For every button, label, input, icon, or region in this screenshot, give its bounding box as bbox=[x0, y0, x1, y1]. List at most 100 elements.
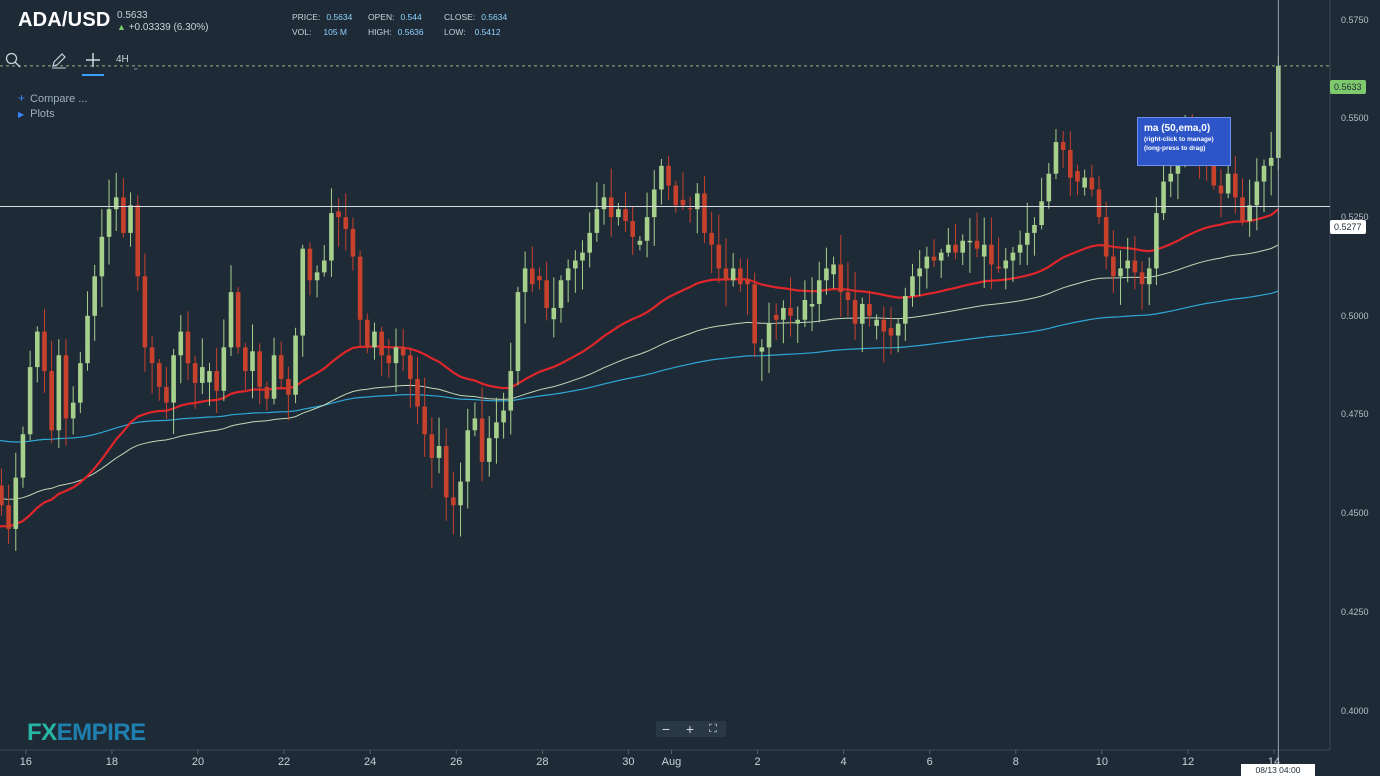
ohlc-low: LOW: 0.5412 bbox=[444, 27, 501, 37]
candle-body bbox=[164, 386, 169, 403]
candle-body bbox=[1024, 232, 1030, 245]
candle-body bbox=[824, 268, 829, 281]
crosshair-active-indicator bbox=[82, 74, 104, 76]
x-tick-label: 26 bbox=[450, 756, 463, 768]
candle-body bbox=[981, 244, 987, 257]
candle-body bbox=[1168, 173, 1174, 182]
candle-body bbox=[1082, 177, 1087, 188]
candle-body bbox=[56, 355, 62, 431]
candle-body bbox=[845, 292, 851, 300]
chart-header: ADA/USD 0.5633 ▲ +0.03339 (6.30%) PRICE:… bbox=[0, 0, 1330, 40]
candle-body bbox=[1211, 165, 1217, 186]
y-tick-label: 0.5750 bbox=[1341, 14, 1369, 25]
compare-button[interactable]: + Compare ... bbox=[18, 91, 87, 105]
candle-body bbox=[1118, 268, 1123, 277]
candle-body bbox=[931, 256, 937, 261]
fit-screen-icon[interactable]: ⛶ bbox=[703, 721, 723, 737]
candle-body bbox=[938, 252, 944, 261]
candle-body bbox=[422, 406, 427, 435]
x-tick-label: 6 bbox=[926, 756, 933, 768]
x-tick-label: 20 bbox=[191, 756, 205, 768]
candle-body bbox=[321, 260, 327, 273]
candle-body bbox=[49, 371, 54, 431]
ohlc-high: HIGH: 0.5636 bbox=[368, 27, 424, 37]
candle-body bbox=[429, 434, 435, 458]
y-tick-label: 0.4750 bbox=[1341, 409, 1369, 420]
candle-body bbox=[687, 208, 693, 210]
candle-body bbox=[257, 351, 262, 387]
candle-body bbox=[1254, 181, 1260, 206]
candle-body bbox=[207, 371, 212, 383]
ohlc-close: CLOSE: 0.5634 bbox=[444, 12, 508, 22]
candle-body bbox=[666, 165, 671, 186]
candle-body bbox=[386, 355, 392, 364]
candle-body bbox=[816, 280, 822, 304]
candle-body bbox=[852, 300, 858, 324]
candle-body bbox=[702, 193, 707, 233]
plus-icon: + bbox=[18, 91, 26, 105]
candle-body bbox=[637, 240, 643, 245]
candle-body bbox=[286, 378, 291, 395]
candle-body bbox=[408, 355, 413, 379]
candle-body bbox=[1060, 142, 1066, 150]
pencil-icon[interactable] bbox=[48, 48, 70, 72]
candle-body bbox=[781, 307, 786, 320]
candle-body bbox=[357, 256, 363, 320]
candle-body bbox=[573, 260, 578, 269]
plots-button[interactable]: ▶ Plots bbox=[18, 108, 55, 120]
x-tick-label: 22 bbox=[277, 756, 291, 768]
candle-body bbox=[594, 209, 600, 233]
candle-body bbox=[730, 268, 736, 281]
candle-body bbox=[1125, 260, 1130, 269]
candle-body bbox=[759, 347, 765, 352]
candle-body bbox=[515, 292, 521, 372]
y-tick-label: 0.4250 bbox=[1341, 606, 1369, 617]
candle-body bbox=[20, 434, 26, 478]
candle-body bbox=[960, 240, 966, 253]
candle-body bbox=[436, 446, 442, 458]
x-tick-label: 28 bbox=[536, 756, 549, 768]
crosshair-icon[interactable] bbox=[82, 48, 104, 72]
y-tick-label: 0.5000 bbox=[1341, 310, 1369, 321]
candle-body bbox=[587, 232, 592, 253]
candle-body bbox=[443, 446, 449, 498]
candle-body bbox=[1046, 173, 1052, 202]
symbol-price: 0.5633 bbox=[117, 10, 148, 21]
candle-body bbox=[773, 314, 779, 320]
candle-body bbox=[494, 422, 499, 439]
candle-body bbox=[78, 363, 83, 403]
candle-body bbox=[42, 331, 47, 372]
indicator-tooltip[interactable]: ma (50,ema,0) (right-click to manage) (l… bbox=[1137, 117, 1231, 166]
candle-body bbox=[967, 240, 973, 243]
candle-body bbox=[1146, 268, 1152, 285]
candle-body bbox=[264, 386, 270, 399]
timeframe-selector[interactable]: 4H bbox=[116, 54, 129, 65]
candle-body bbox=[859, 303, 865, 324]
candle-body bbox=[307, 248, 313, 281]
candle-body bbox=[451, 497, 456, 506]
candle-body bbox=[989, 244, 994, 265]
x-tick-label: 12 bbox=[1181, 756, 1195, 768]
search-icon[interactable] bbox=[2, 48, 24, 72]
candle-body bbox=[809, 303, 815, 307]
zoom-in-button[interactable]: + bbox=[680, 721, 700, 737]
candle-body bbox=[910, 276, 915, 297]
candle-body bbox=[709, 232, 714, 245]
chevron-down-icon[interactable]: ⌄ bbox=[132, 62, 140, 73]
candle-body bbox=[393, 347, 399, 364]
candle-body bbox=[881, 319, 887, 332]
symbol-change: ▲ +0.03339 (6.30%) bbox=[117, 22, 208, 33]
ohlc-open: OPEN: 0.544 bbox=[368, 12, 422, 22]
candle-body bbox=[788, 307, 793, 316]
candle-body bbox=[580, 252, 585, 261]
candle-body bbox=[178, 331, 184, 356]
candle-body bbox=[1096, 189, 1102, 218]
candle-body bbox=[479, 418, 485, 462]
candle-body bbox=[128, 205, 133, 233]
candle-body bbox=[0, 485, 4, 506]
compare-label: Compare ... bbox=[30, 93, 88, 105]
zoom-out-button[interactable]: − bbox=[656, 721, 676, 737]
candle-body bbox=[156, 363, 162, 387]
candle-body bbox=[343, 217, 349, 229]
x-tick-label: 2 bbox=[754, 756, 761, 768]
